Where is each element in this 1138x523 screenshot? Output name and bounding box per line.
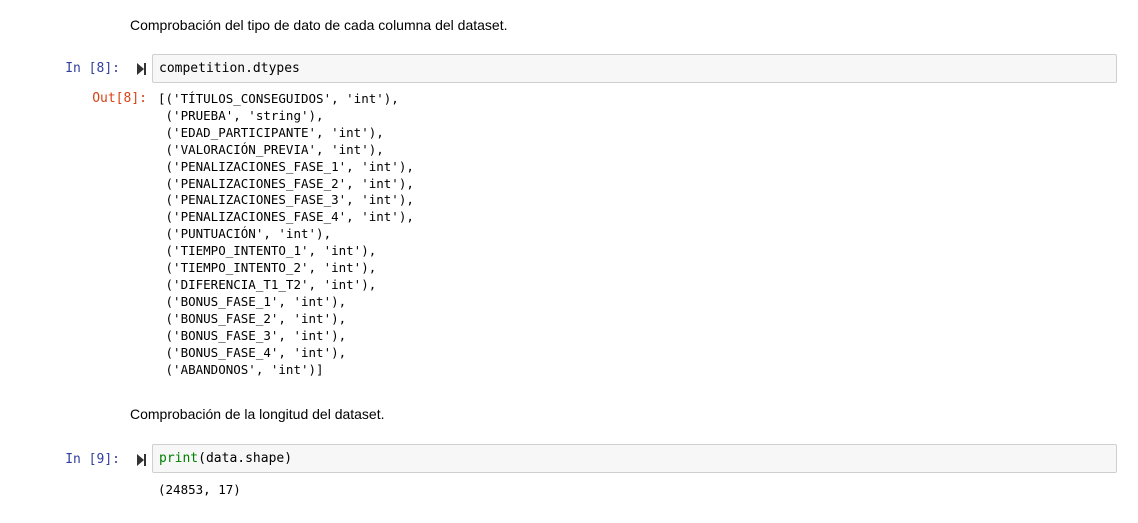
output-line: ('PRUEBA', 'string'), [158, 107, 324, 123]
code-cell-input-8[interactable]: competition.dtypes [152, 54, 1117, 83]
output-line: ('BONUS_FASE_4', 'int'), [158, 344, 347, 360]
output-line: ('BONUS_FASE_2', 'int'), [158, 310, 347, 326]
markdown-cell-length: Comprobación de la longitud del dataset. [130, 406, 385, 422]
output-line: ('BONUS_FASE_3', 'int'), [158, 327, 347, 343]
input-prompt-8: In [8]: [65, 61, 120, 76]
run-cell-icon[interactable] [137, 62, 147, 76]
builtin-keyword: print [159, 451, 199, 466]
output-line: ('PENALIZACIONES_FASE_2', 'int'), [158, 175, 414, 191]
code-text: print(data.shape) [159, 451, 292, 466]
code-text: competition.dtypes [159, 61, 300, 76]
output-line: ('TIEMPO_INTENTO_2', 'int'), [158, 260, 377, 276]
output-line: ('PENALIZACIONES_FASE_3', 'int'), [158, 192, 414, 208]
output-line: ('EDAD_PARTICIPANTE', 'int'), [158, 124, 384, 140]
output-line: ('PENALIZACIONES_FASE_4', 'int'), [158, 209, 414, 225]
markdown-cell-dtypes: Comprobación del tipo de dato de cada co… [130, 17, 508, 33]
cell-output-9: (24853, 17) [158, 482, 241, 497]
output-line: ('PENALIZACIONES_FASE_1', 'int'), [158, 158, 414, 174]
code-args: (data.shape) [198, 451, 293, 466]
cell-output-8: [('TÍTULOS_CONSEGUIDOS', 'int'), ('PRUEB… [158, 91, 414, 378]
output-line: ('PUNTUACIÓN', 'int'), [158, 226, 332, 242]
output-line: ('VALORACIÓN_PREVIA', 'int'), [158, 141, 384, 157]
code-cell-input-9[interactable]: print(data.shape) [152, 444, 1117, 473]
output-prompt-8: Out[8]: [92, 91, 147, 106]
output-line: ('BONUS_FASE_1', 'int'), [158, 293, 347, 309]
output-line: [('TÍTULOS_CONSEGUIDOS', 'int'), [158, 91, 399, 106]
output-line: ('ABANDONOS', 'int')] [158, 361, 324, 377]
input-prompt-9: In [9]: [65, 452, 120, 467]
output-line: ('DIFERENCIA_T1_T2', 'int'), [158, 276, 377, 292]
run-cell-icon[interactable] [137, 453, 147, 467]
output-line: ('TIEMPO_INTENTO_1', 'int'), [158, 243, 377, 259]
